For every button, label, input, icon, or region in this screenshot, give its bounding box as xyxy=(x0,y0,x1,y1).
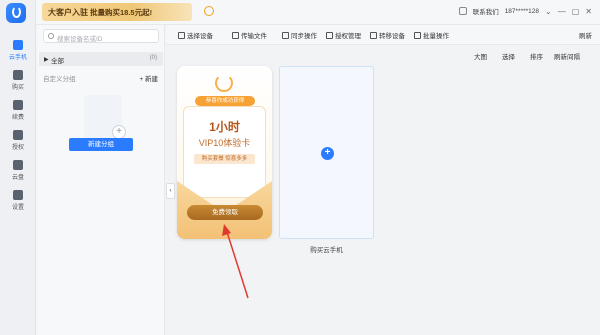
annotation-arrow xyxy=(222,224,249,299)
